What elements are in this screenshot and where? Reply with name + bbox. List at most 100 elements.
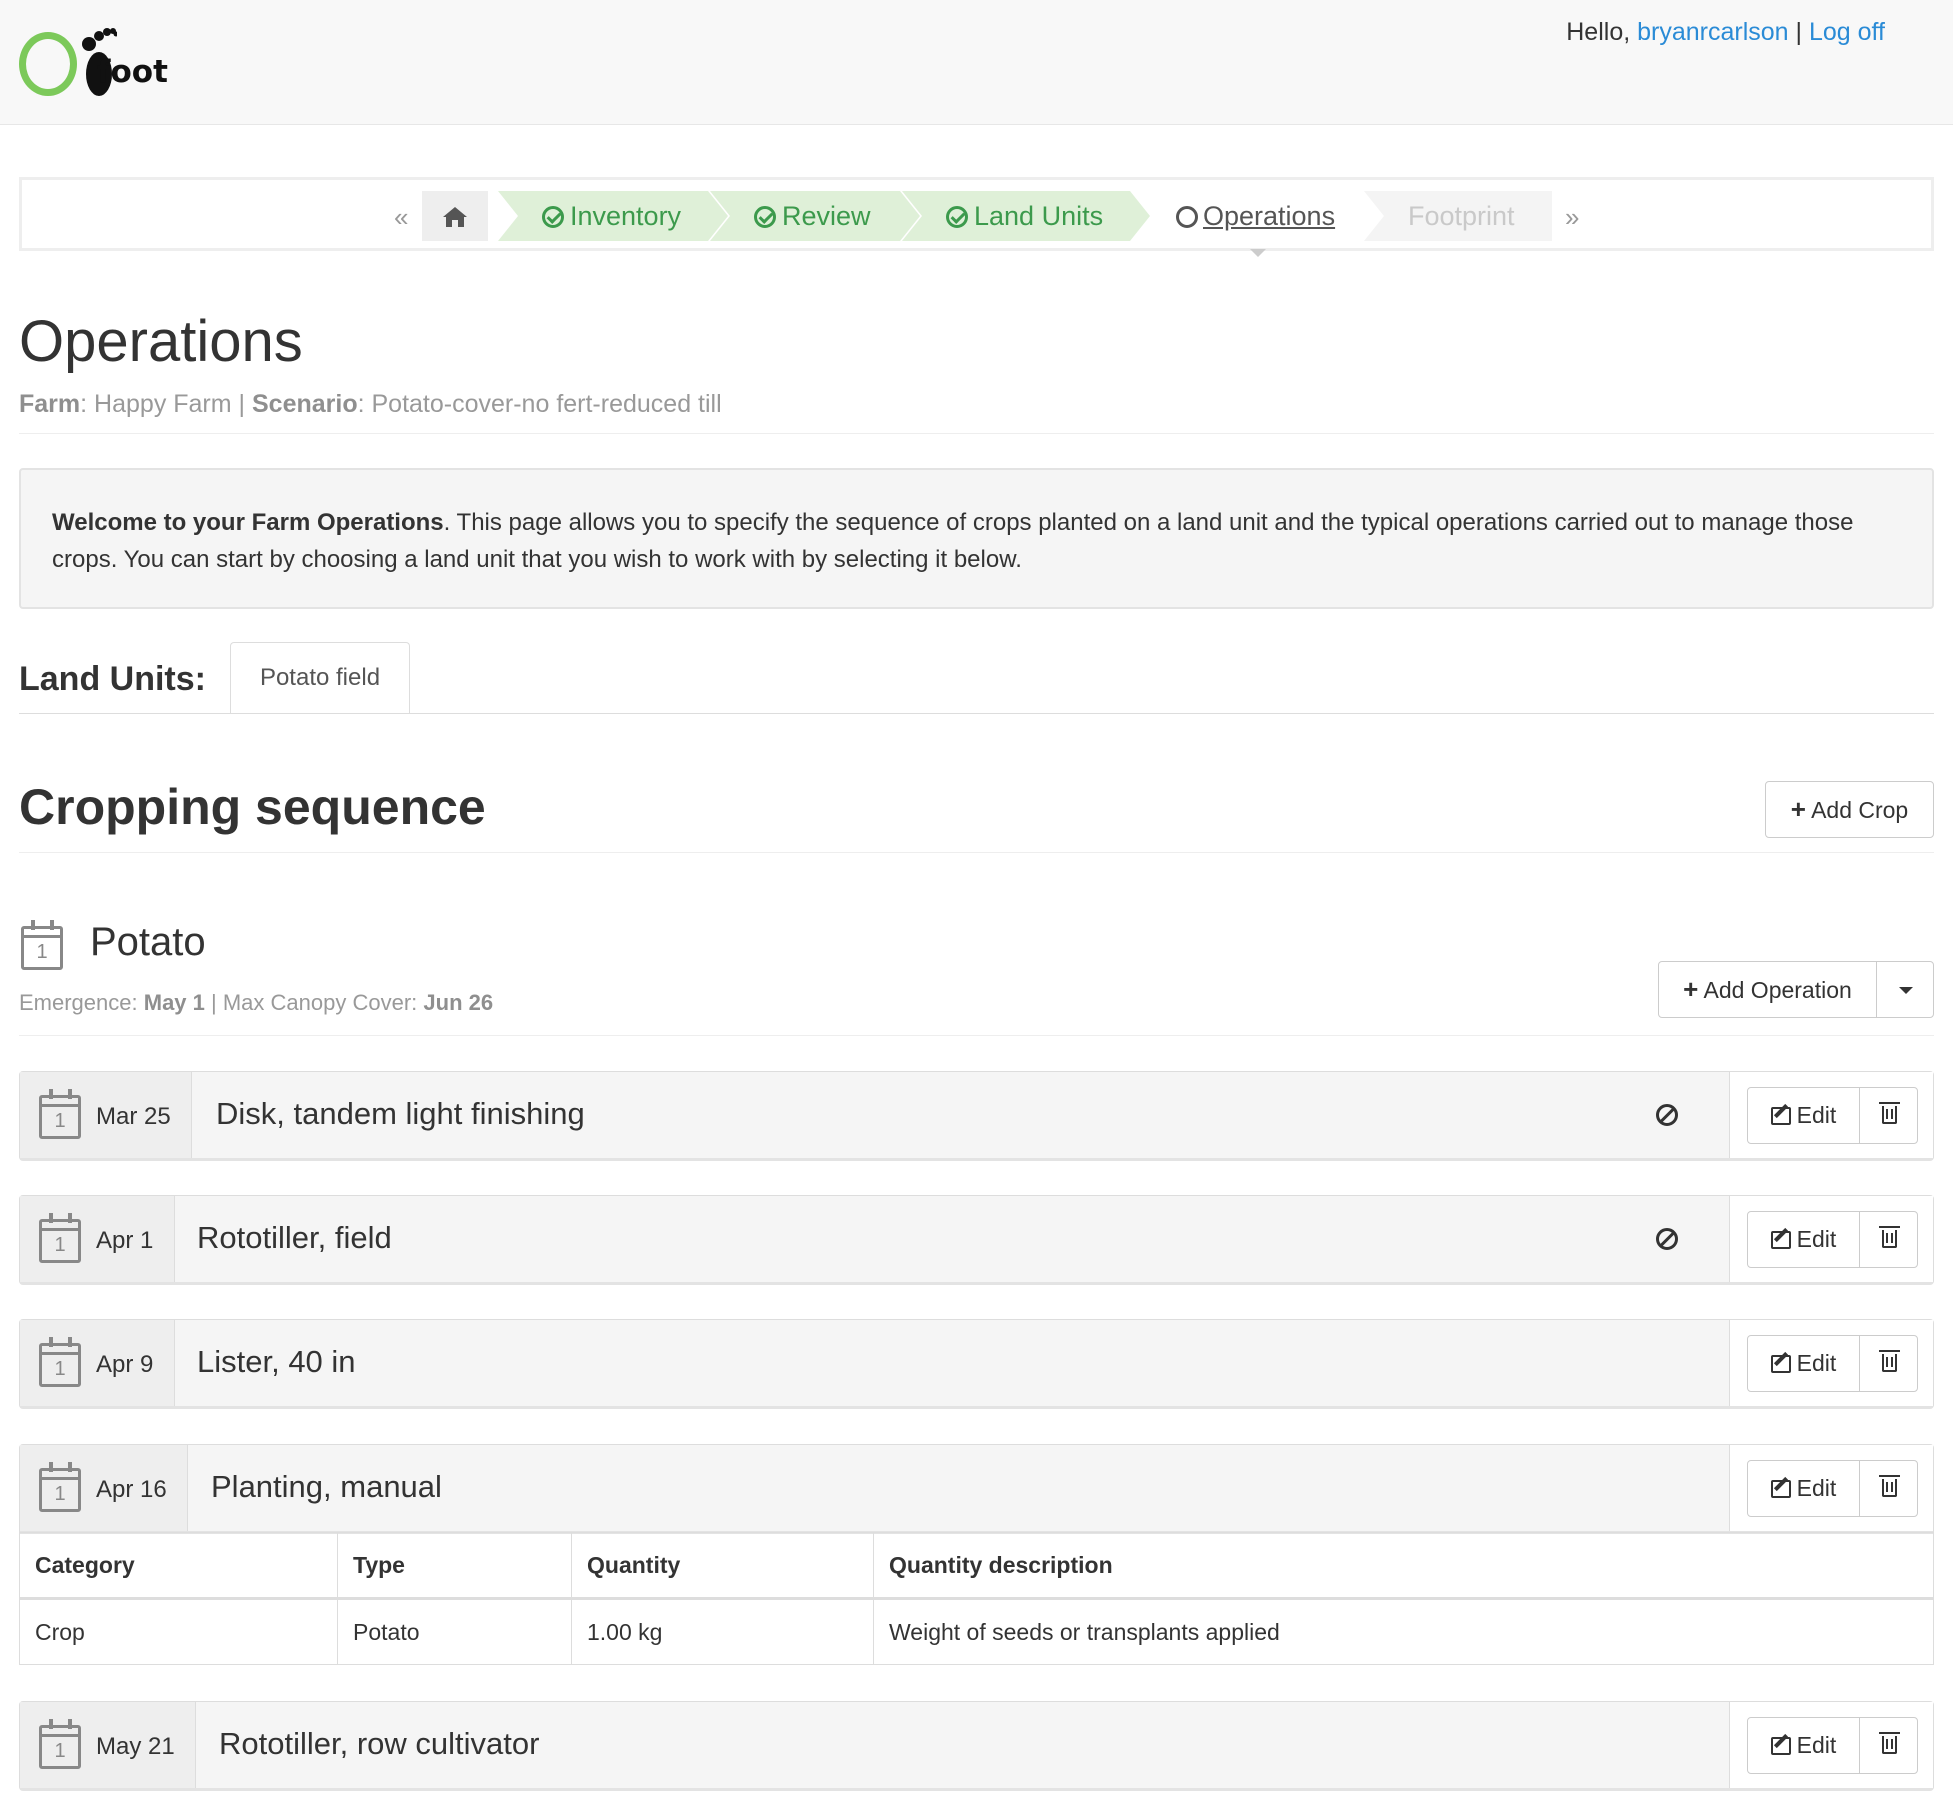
add-operation-label: Add Operation <box>1703 977 1852 1003</box>
operation-date: May 21 <box>20 1702 196 1788</box>
planting-inputs-table: Category Type Quantity Quantity descript… <box>19 1532 1934 1665</box>
wizard-prev-arrow[interactable]: « <box>394 202 408 233</box>
delete-button[interactable] <box>1859 1460 1918 1517</box>
scenario-label: Scenario <box>251 390 358 418</box>
operation-date-text: Apr 9 <box>96 1351 154 1378</box>
logoff-link[interactable]: Log off <box>1809 18 1885 46</box>
check-circle-icon <box>754 206 776 228</box>
wizard-next-arrow[interactable]: » <box>1565 202 1579 233</box>
page-subtitle: Farm: Happy Farm | Scenario: Potato-cove… <box>19 390 722 418</box>
check-circle-icon <box>946 206 968 228</box>
operation-panel: May 21 Rototiller, row cultivator Edit <box>19 1701 1934 1791</box>
table-header-row: Category Type Quantity Quantity descript… <box>19 1532 1934 1600</box>
wizard-step-land-units[interactable]: Land Units <box>902 191 1150 241</box>
table-cell: Crop <box>19 1598 338 1665</box>
logo-ring <box>19 32 77 96</box>
scenario-name: Potato-cover-no fert-reduced till <box>371 390 722 418</box>
calendar-icon <box>21 920 63 970</box>
table-cell: Weight of seeds or transplants applied <box>889 1618 1280 1645</box>
logo[interactable]: foot <box>19 22 169 102</box>
trash-icon <box>1879 1102 1900 1124</box>
wizard-step-label: Review <box>782 201 871 231</box>
edit-label: Edit <box>1796 1102 1837 1128</box>
greeting: Hello, <box>1566 18 1631 46</box>
cropping-sequence-title: Cropping sequence <box>19 779 486 835</box>
delete-button[interactable] <box>1859 1211 1918 1268</box>
operation-date-text: Mar 25 <box>96 1103 171 1130</box>
logo-text: foot <box>97 54 168 90</box>
operation-date: Apr 9 <box>20 1320 175 1406</box>
operation-panel: Apr 16 Planting, manual Edit <box>19 1444 1934 1534</box>
ban-icon <box>1656 1228 1678 1250</box>
farm-name: Happy Farm <box>94 390 232 418</box>
edit-icon <box>1770 1231 1791 1249</box>
operation-name: Lister, 40 in <box>197 1344 356 1379</box>
delete-button[interactable] <box>1859 1335 1918 1392</box>
operation-name: Disk, tandem light finishing <box>216 1096 585 1131</box>
wizard-step-operations[interactable]: Operations <box>1132 191 1362 241</box>
calendar-icon <box>39 1462 81 1512</box>
username-link[interactable]: bryanrcarlson <box>1637 18 1788 46</box>
operation-panel: Mar 25 Disk, tandem light finishing Edit <box>19 1071 1934 1161</box>
divider <box>19 433 1934 434</box>
wizard-step-review[interactable]: Review <box>710 191 920 241</box>
user-menu: Hello, bryanrcarlson | Log off <box>1566 18 1885 47</box>
operation-name: Planting, manual <box>211 1469 442 1504</box>
add-operation-button[interactable]: + Add Operation <box>1658 961 1877 1018</box>
wizard-step-inventory[interactable]: Inventory <box>498 191 728 241</box>
trash-icon <box>1879 1475 1900 1497</box>
wizard-step-label: Inventory <box>570 201 682 231</box>
operation-name: Rototiller, row cultivator <box>219 1726 540 1761</box>
wizard-step-label: Land Units <box>974 201 1104 231</box>
operation-date: Apr 1 <box>20 1196 175 1282</box>
edit-button[interactable]: Edit <box>1747 1335 1860 1392</box>
operation-date-text: Apr 16 <box>96 1476 167 1503</box>
divider <box>19 852 1934 853</box>
edit-button[interactable]: Edit <box>1747 1211 1860 1268</box>
operation-actions: Edit <box>1729 1196 1933 1282</box>
emergence-label: Emergence: <box>19 990 138 1015</box>
separator: | <box>1795 18 1803 46</box>
wizard-step-footprint: Footprint <box>1364 191 1552 241</box>
edit-button[interactable]: Edit <box>1747 1717 1860 1774</box>
edit-icon <box>1770 1107 1791 1125</box>
edit-button[interactable]: Edit <box>1747 1460 1860 1517</box>
edit-label: Edit <box>1796 1350 1837 1376</box>
add-operation-dropdown-toggle[interactable] <box>1876 961 1934 1018</box>
tab-potato-field[interactable]: Potato field <box>230 642 410 714</box>
column-header: Type <box>337 1532 572 1600</box>
trash-icon <box>1879 1350 1900 1372</box>
wizard-steps: « Inventory Review Land Units Operations… <box>19 177 1934 251</box>
delete-button[interactable] <box>1859 1717 1918 1774</box>
plus-icon: + <box>1683 974 1699 1004</box>
table-cell: Potato <box>337 1598 572 1665</box>
emergence-date: May 1 <box>143 990 205 1015</box>
add-crop-button[interactable]: + Add Crop <box>1765 781 1934 838</box>
tabs-underline <box>19 713 1934 714</box>
calendar-icon <box>39 1089 81 1139</box>
wizard-home[interactable] <box>422 191 488 241</box>
operation-actions: Edit <box>1729 1445 1933 1531</box>
wizard-step-label: Footprint <box>1408 201 1515 231</box>
check-circle-icon <box>542 206 564 228</box>
calendar-icon <box>39 1213 81 1263</box>
operation-name: Rototiller, field <box>197 1220 392 1255</box>
crop-name: Potato <box>90 920 206 964</box>
welcome-panel: Welcome to your Farm Operations. This pa… <box>19 468 1934 609</box>
edit-icon <box>1770 1355 1791 1373</box>
operation-date: Mar 25 <box>20 1072 192 1158</box>
delete-button[interactable] <box>1859 1087 1918 1144</box>
table-cell: 1.00 kg <box>571 1598 874 1665</box>
column-header: Quantity description <box>873 1532 1934 1600</box>
edit-label: Edit <box>1796 1732 1837 1758</box>
operation-date: Apr 16 <box>20 1445 188 1531</box>
edit-button[interactable]: Edit <box>1747 1087 1860 1144</box>
ban-icon <box>1656 1104 1678 1126</box>
edit-label: Edit <box>1796 1226 1837 1252</box>
edit-icon <box>1770 1737 1791 1755</box>
operation-panel: Apr 1 Rototiller, field Edit <box>19 1195 1934 1285</box>
table-row: Crop Potato 1.00 kg Weight of seeds or t… <box>19 1598 1934 1665</box>
operation-actions: Edit <box>1729 1320 1933 1406</box>
divider <box>19 1035 1934 1036</box>
plus-icon: + <box>1790 794 1806 824</box>
